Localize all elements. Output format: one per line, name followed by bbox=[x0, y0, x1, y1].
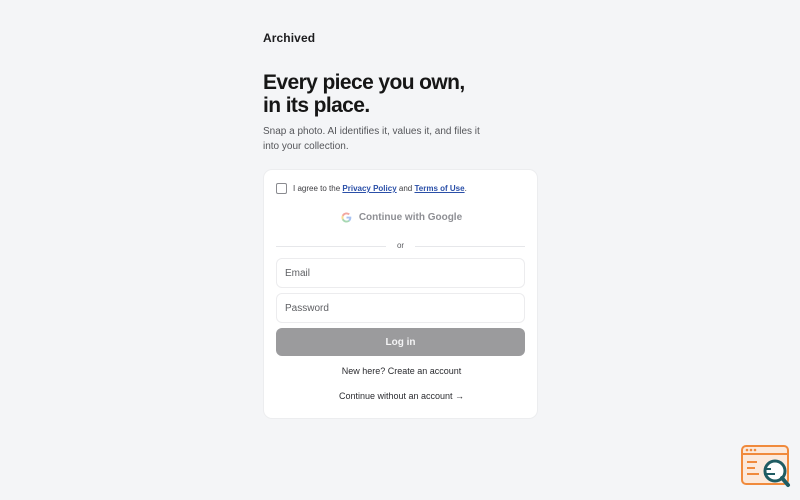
terms-of-use-link[interactable]: Terms of Use bbox=[414, 184, 464, 193]
google-button-label: Continue with Google bbox=[358, 211, 463, 223]
terms-agreement: I agree to the Privacy Policy and Terms … bbox=[276, 183, 467, 194]
privacy-policy-link[interactable]: Privacy Policy bbox=[342, 184, 396, 193]
page-title: Every piece you own, in its place. bbox=[263, 71, 563, 117]
divider-line-right bbox=[415, 246, 525, 247]
agree-checkbox[interactable] bbox=[276, 183, 287, 194]
google-signin-button[interactable]: Continue with Google bbox=[264, 208, 539, 226]
feedback-search-icon[interactable] bbox=[741, 445, 791, 489]
page-subtitle: Snap a photo. AI identifies it, values i… bbox=[263, 126, 480, 152]
agreement-text: I agree to the Privacy Policy and Terms … bbox=[293, 184, 467, 193]
login-card: I agree to the Privacy Policy and Terms … bbox=[263, 169, 538, 419]
continue-without-account-link[interactable]: Continue without an account → bbox=[264, 391, 539, 401]
password-field[interactable] bbox=[276, 293, 525, 323]
title-line-1: Every piece you own, bbox=[263, 71, 465, 94]
login-button[interactable]: Log in bbox=[276, 328, 525, 356]
agree-and: and bbox=[398, 184, 413, 193]
email-field[interactable] bbox=[276, 258, 525, 288]
login-page: Archived Every piece you own, in its pla… bbox=[0, 0, 800, 500]
google-g-icon bbox=[341, 211, 352, 223]
title-line-2: in its place. bbox=[263, 94, 370, 117]
agree-prefix: I agree to the bbox=[293, 184, 341, 193]
or-divider: or bbox=[276, 241, 525, 251]
brand-logo[interactable]: Archived bbox=[263, 31, 315, 45]
agree-suffix: . bbox=[464, 184, 467, 193]
create-account-link[interactable]: New here? Create an account bbox=[264, 366, 539, 376]
